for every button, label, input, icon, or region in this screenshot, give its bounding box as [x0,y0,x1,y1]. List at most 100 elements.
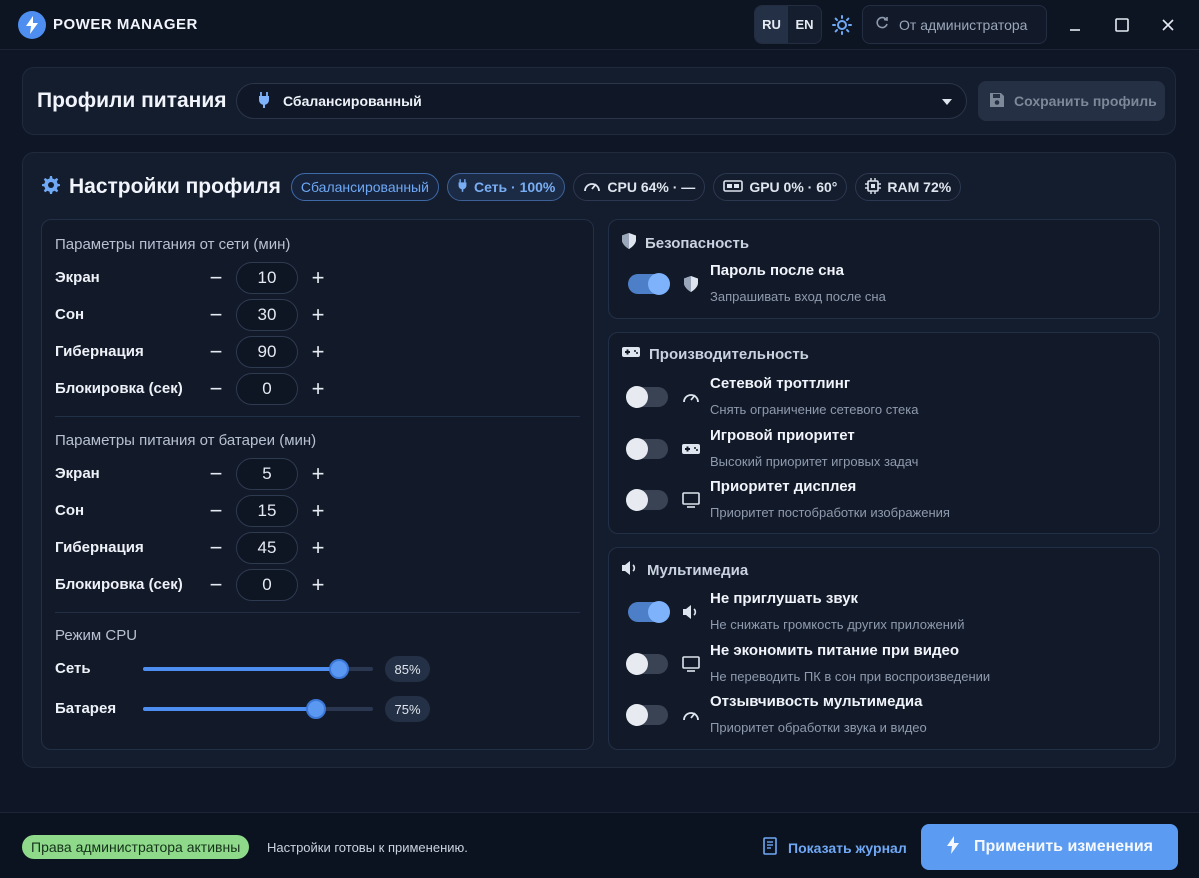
increment-button[interactable]: + [303,570,333,600]
decrement-button[interactable]: − [201,300,231,330]
battery-row-hibernate: Гибернация − 45 + [55,532,580,564]
option-subtitle: Приоритет постобработки изображения [710,505,950,520]
cpu-ac-slider-row: Сеть 85% [55,654,580,684]
toggle-knob [626,386,648,408]
close-icon[interactable] [1155,12,1181,38]
apply-changes-label: Применить изменения [974,838,1153,855]
option-title: Пароль после сна [710,262,844,279]
network-throttling-toggle[interactable] [626,386,668,408]
slider-thumb[interactable] [305,699,326,719]
increment-button[interactable]: + [303,337,333,367]
status-text: Настройки готовы к применению. [267,840,468,855]
settings-title: Настройки профиля [69,175,281,198]
lang-ru-button[interactable]: RU [755,6,788,43]
increment-button[interactable]: + [303,300,333,330]
option-subtitle: Снять ограничение сетевого стека [710,402,919,417]
chevron-down-icon [942,99,952,105]
profile-settings-card: Настройки профиля Сбалансированный Сеть … [22,152,1176,768]
maximize-icon[interactable] [1109,12,1135,38]
power-source-label: Сеть · 100% [473,179,556,195]
no-audio-ducking-toggle[interactable] [628,601,670,623]
profile-select[interactable]: Сбалансированный [236,83,967,119]
show-log-button[interactable]: Показать журнал [762,837,907,858]
lightning-logo-icon [18,11,46,39]
cpu-chip-label: CPU 64% · — [607,179,696,195]
toggle-knob [626,653,648,675]
decrement-button[interactable]: − [201,337,231,367]
theme-sun-icon[interactable] [829,12,855,38]
gauge-icon [681,705,701,725]
value-field[interactable]: 90 [236,336,298,368]
row-label: Блокировка (сек) [55,380,183,397]
ac-row-sleep: Сон − 30 + [55,299,580,331]
display-priority-toggle[interactable] [626,489,668,511]
row-label: Экран [55,269,100,286]
row-label: Сон [55,502,85,519]
option-title: Игровой приоритет [710,427,855,444]
decrement-button[interactable]: − [201,533,231,563]
decrement-button[interactable]: − [201,570,231,600]
cpu-battery-slider[interactable] [143,699,373,719]
performance-title: Производительность [649,345,809,363]
value-field[interactable]: 0 [236,373,298,405]
language-switcher: RU EN [754,5,822,44]
decrement-button[interactable]: − [201,263,231,293]
value-field[interactable]: 10 [236,262,298,294]
cpu-mode-title: Режим CPU [55,627,138,644]
lang-en-button[interactable]: EN [788,6,821,43]
value-field[interactable]: 45 [236,532,298,564]
apply-changes-button[interactable]: Применить изменения [921,824,1178,870]
run-as-admin-button[interactable]: От администратора [862,5,1047,44]
row-label: Батарея [55,700,117,717]
value-field[interactable]: 30 [236,299,298,331]
increment-button[interactable]: + [303,374,333,404]
increment-button[interactable]: + [303,263,333,293]
cpu-ac-slider[interactable] [143,659,373,679]
row-label: Экран [55,465,100,482]
toggle-knob [626,438,648,460]
slider-fill [143,667,339,671]
value-field[interactable]: 0 [236,569,298,601]
row-label: Сон [55,306,85,323]
sleep-password-toggle[interactable] [628,273,670,295]
option-subtitle: Не переводить ПК в сон при воспроизведен… [710,669,991,684]
profiles-title: Профили питания [37,89,227,112]
game-priority-toggle[interactable] [626,438,668,460]
toggle-knob [626,704,648,726]
decrement-button[interactable]: − [201,459,231,489]
increment-button[interactable]: + [303,496,333,526]
speaker-icon [621,560,639,580]
power-parameters-panel: Параметры питания от сети (мин) Экран − … [41,219,594,750]
chip-icon [865,177,882,197]
option-title: Не экономить питание при видео [710,642,960,659]
decrement-button[interactable]: − [201,374,231,404]
ram-chip-label: RAM 72% [887,179,952,195]
save-profile-label: Сохранить профиль [1014,93,1157,109]
gamepad-icon [681,439,701,459]
increment-button[interactable]: + [303,459,333,489]
battery-row-sleep: Сон − 15 + [55,495,580,527]
value-field[interactable]: 15 [236,495,298,527]
slider-thumb[interactable] [328,659,349,679]
monitor-icon [681,490,701,510]
video-power-toggle[interactable] [626,653,668,675]
increment-button[interactable]: + [303,533,333,563]
security-header: Безопасность [621,232,749,254]
decrement-button[interactable]: − [201,496,231,526]
gear-icon [41,175,61,200]
option-subtitle: Приоритет обработки звука и видео [710,720,927,735]
notebook-icon [762,837,778,858]
value-field[interactable]: 5 [236,458,298,490]
battery-row-screen: Экран − 5 + [55,458,580,490]
profile-select-value: Сбалансированный [283,93,422,109]
gpu-card-icon [723,179,744,196]
minimize-icon[interactable] [1062,12,1088,38]
admin-button-label: От администратора [899,16,1028,33]
save-profile-button[interactable]: Сохранить профиль [978,81,1165,121]
show-log-label: Показать журнал [788,839,907,856]
option-title: Приоритет дисплея [710,478,857,495]
divider [55,612,580,613]
ac-row-screen: Экран − 10 + [55,262,580,294]
multimedia-title: Мультимедиа [647,561,749,579]
multimedia-responsiveness-toggle[interactable] [626,704,668,726]
